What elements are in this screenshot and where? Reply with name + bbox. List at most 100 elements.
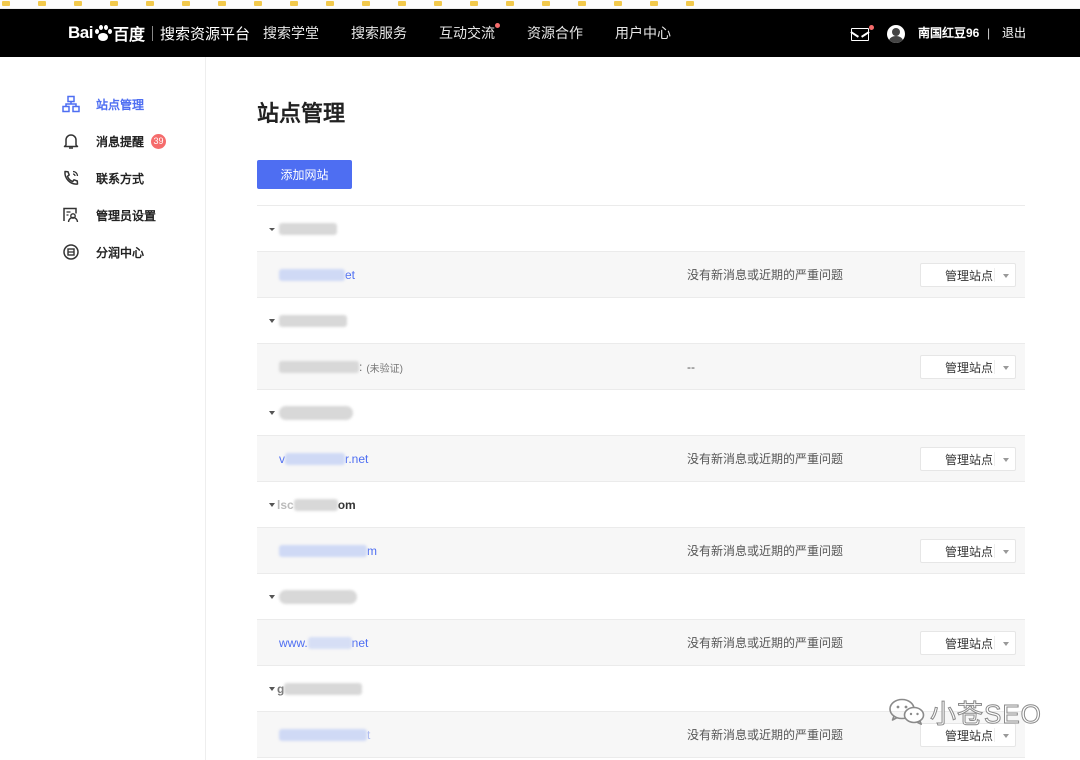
nav-resource-cooperation[interactable]: 资源合作 — [527, 9, 583, 57]
logo-bai-text: Bai — [68, 23, 93, 42]
sidebar-item-admin-settings[interactable]: 管理员设置 — [62, 204, 156, 226]
avatar[interactable] — [887, 25, 905, 43]
collapse-arrow-icon[interactable] — [269, 503, 275, 507]
redacted-domain — [279, 545, 367, 557]
redacted-group-name — [279, 406, 353, 420]
manage-site-label: 管理站点 — [945, 268, 994, 283]
site-group-header[interactable] — [257, 390, 1025, 436]
platform-name: 搜索资源平台 — [159, 25, 250, 43]
share-icon — [63, 244, 79, 260]
message-count-badge: 39 — [151, 133, 167, 149]
baidu-logo[interactable]: Bai 百度 搜索资源平台 — [68, 23, 250, 44]
chevron-down-icon — [1003, 458, 1009, 462]
add-website-button[interactable]: 添加网站 — [257, 160, 352, 189]
domain-suffix: : — [359, 360, 363, 374]
wechat-icon — [889, 698, 925, 725]
manage-site-dropdown[interactable]: 管理站点 — [920, 447, 1016, 471]
collapse-arrow-icon[interactable] — [269, 595, 275, 599]
site-domain-link[interactable]: et — [279, 267, 355, 283]
manage-site-label: 管理站点 — [945, 636, 994, 651]
phone-icon — [64, 170, 79, 185]
manage-site-dropdown[interactable]: 管理站点 — [920, 355, 1016, 379]
site-domain-link[interactable]: m — [279, 543, 377, 559]
site-status: 没有新消息或近期的严重问题 — [687, 452, 844, 466]
redacted-domain — [279, 361, 359, 373]
watermark: 小苍SEO — [888, 694, 1042, 730]
manage-site-dropdown[interactable]: 管理站点 — [920, 631, 1016, 655]
site-row: www. net 没有新消息或近期的严重问题 管理站点 — [257, 620, 1025, 666]
chevron-down-icon — [1003, 274, 1009, 278]
domain-prefix: www. — [279, 636, 308, 650]
group-name-prefix: g — [277, 682, 285, 696]
redacted-domain — [307, 637, 352, 649]
site-domain-link[interactable]: t — [279, 727, 370, 743]
sidebar-item-label: 管理员设置 — [96, 208, 157, 223]
collapse-arrow-icon[interactable] — [269, 687, 275, 691]
nav-search-academy[interactable]: 搜索学堂 — [263, 9, 319, 57]
watermark-text: 小苍SEO — [930, 698, 1042, 729]
redacted-group-name — [284, 683, 363, 695]
top-navigation: Bai 百度 搜索资源平台 搜索学堂 搜索服务 互动交流 资源合作 用户中心 南… — [0, 9, 1080, 57]
site-group-header[interactable] — [257, 206, 1025, 252]
domain-suffix: m — [367, 544, 377, 558]
chevron-down-icon — [1003, 366, 1009, 370]
site-status: -- — [687, 360, 695, 374]
page-title: 站点管理 — [257, 101, 346, 126]
collapse-arrow-icon[interactable] — [269, 228, 275, 231]
site-group-header[interactable] — [257, 298, 1025, 344]
chevron-down-icon — [1003, 550, 1009, 554]
site-domain-link[interactable]: : (未验证) — [279, 359, 403, 375]
mail-icon[interactable] — [851, 28, 869, 41]
redacted-group-name — [279, 590, 357, 604]
site-group-name — [277, 313, 347, 329]
manage-site-dropdown[interactable]: 管理站点 — [920, 263, 1016, 287]
site-status: 没有新消息或近期的严重问题 — [687, 544, 844, 558]
site-domain-link[interactable]: www. net — [279, 635, 368, 651]
site-group-name: lsc om — [277, 497, 356, 513]
group-name-prefix: lsc — [277, 498, 294, 512]
chevron-down-icon — [1003, 734, 1009, 738]
domain-suffix: r.net — [345, 452, 369, 466]
nav-interaction[interactable]: 互动交流 — [439, 9, 500, 57]
nav-user-center[interactable]: 用户中心 — [615, 9, 671, 57]
user-separator: | — [987, 26, 991, 40]
sidebar-item-site-management[interactable]: 站点管理 — [62, 93, 144, 115]
redacted-domain — [279, 269, 345, 281]
sidebar-item-contact[interactable]: 联系方式 — [62, 167, 144, 189]
site-domain-link[interactable]: v r.net — [279, 451, 368, 467]
logout-link[interactable]: 退出 — [1002, 9, 1026, 57]
domain-suffix: et — [345, 268, 356, 282]
site-group-header[interactable] — [257, 574, 1025, 620]
manage-site-dropdown[interactable]: 管理站点 — [920, 539, 1016, 563]
notification-dot — [495, 23, 500, 28]
site-group-name: g — [277, 681, 363, 697]
sidebar-item-profit-center[interactable]: 分润中心 — [62, 241, 144, 263]
sidebar-item-messages[interactable]: 消息提醒 39 — [62, 130, 167, 152]
logo-du-text: 百度 — [112, 27, 145, 44]
sidebar-item-label: 分润中心 — [96, 245, 145, 260]
redacted-domain — [279, 729, 367, 741]
site-row: m 没有新消息或近期的严重问题 管理站点 — [257, 528, 1025, 574]
site-row: : (未验证) -- 管理站点 — [257, 344, 1025, 390]
nav-search-service[interactable]: 搜索服务 — [351, 9, 407, 57]
paw-icon — [94, 24, 112, 42]
sidebar-item-label: 站点管理 — [96, 97, 145, 112]
username[interactable]: 南国红豆96 — [918, 9, 979, 57]
site-group-header[interactable]: lsc om — [257, 482, 1025, 528]
manage-site-label: 管理站点 — [945, 360, 994, 375]
logo-divider — [151, 25, 153, 41]
domain-suffix: net — [351, 636, 369, 650]
collapse-arrow-icon[interactable] — [269, 319, 275, 323]
redacted-domain — [285, 453, 345, 465]
group-name-suffix: om — [337, 498, 356, 512]
site-status: 没有新消息或近期的严重问题 — [687, 268, 844, 282]
redacted-group-name — [293, 499, 338, 511]
site-group-name — [277, 589, 357, 605]
collapse-arrow-icon[interactable] — [269, 411, 275, 415]
admin-icon — [63, 207, 79, 223]
nav-interaction-label: 互动交流 — [439, 25, 495, 41]
site-status: 没有新消息或近期的严重问题 — [687, 636, 844, 650]
site-list: et 没有新消息或近期的严重问题 管理站点 : (未验证) -- 管理站点 v … — [257, 205, 1025, 758]
manage-site-label: 管理站点 — [945, 452, 994, 467]
site-row: v r.net 没有新消息或近期的严重问题 管理站点 — [257, 436, 1025, 482]
